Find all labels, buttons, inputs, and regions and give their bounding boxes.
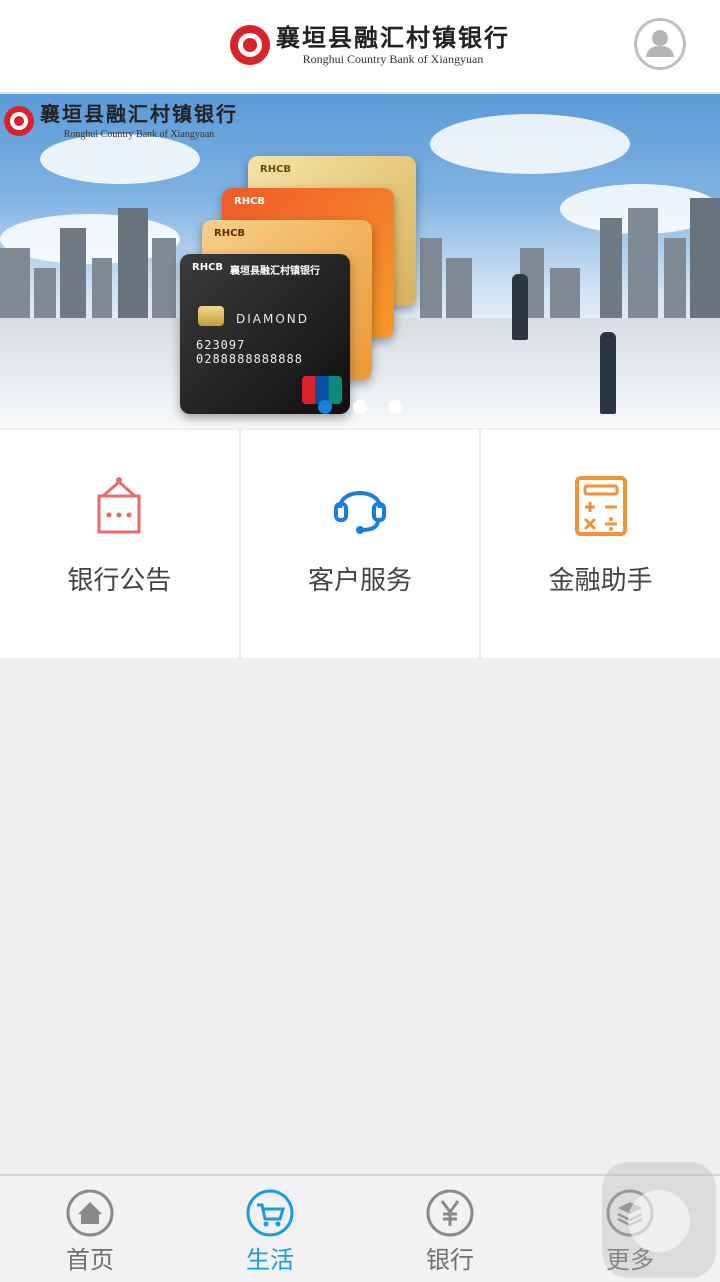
cart-icon [246, 1189, 294, 1237]
feature-label: 银行公告 [67, 566, 172, 596]
card-number: 623097 0288888888888 [196, 338, 303, 366]
tab-label: 银行 [426, 1246, 474, 1274]
feature-label: 客户服务 [308, 566, 413, 596]
card-brand: RHCB [192, 262, 224, 273]
tab-life[interactable]: 生活 [180, 1176, 360, 1282]
tab-home[interactable]: 首页 [0, 1176, 180, 1282]
promo-banner[interactable]: 襄垣县融汇村镇银行 Ronghui Country Bank of Xiangy… [0, 94, 720, 428]
bank-name-cn: 襄垣县融汇村镇银行 [276, 23, 510, 52]
businessman-figure [512, 274, 528, 340]
bank-card-diamond: RHCB 襄垣县融汇村镇银行 DIAMOND 623097 0288888888… [180, 254, 350, 414]
user-avatar-icon [646, 30, 674, 57]
feature-label: 金融助手 [548, 566, 653, 596]
announcement-icon [97, 477, 141, 534]
bank-name-en: Ronghui Country Bank of Xiangyuan [302, 52, 484, 66]
calculator-icon [574, 476, 627, 536]
headset-icon [334, 491, 386, 534]
card-tier: DIAMOND [236, 312, 310, 326]
carousel-dot[interactable] [388, 399, 403, 414]
customer-service-button[interactable]: 客户服务 [240, 430, 480, 658]
banner-logo: 襄垣县融汇村镇银行 Ronghui Country Bank of Xiangy… [4, 100, 238, 142]
app-header: 襄垣县融汇村镇银行 Ronghui Country Bank of Xiangy… [0, 0, 720, 94]
card-chip-icon [198, 306, 224, 326]
user-avatar-button[interactable] [634, 18, 686, 70]
bank-announcement-button[interactable]: 银行公告 [0, 430, 239, 658]
tab-label: 首页 [66, 1246, 114, 1274]
banner-bank-name-en: Ronghui Country Bank of Xiangyuan [63, 129, 215, 140]
carousel-dot[interactable] [353, 399, 367, 414]
tab-label: 生活 [246, 1246, 294, 1274]
carousel-indicators [0, 396, 720, 414]
card-bank-name: 襄垣县融汇村镇银行 [230, 266, 320, 277]
bank-logo: 襄垣县融汇村镇银行 Ronghui Country Bank of Xiangy… [230, 20, 510, 70]
tab-bank[interactable]: 银行 [360, 1176, 540, 1282]
floating-assistive-button[interactable] [602, 1162, 716, 1278]
yuan-icon [426, 1189, 474, 1237]
financial-assistant-button[interactable]: 金融助手 [481, 430, 720, 658]
home-icon [66, 1189, 114, 1237]
carousel-dot[interactable] [317, 399, 332, 414]
bank-logo-icon [230, 25, 270, 65]
feature-grid: 银行公告 客户服务 金融助手 [0, 430, 720, 658]
banner-bank-name-cn: 襄垣县融汇村镇银行 [40, 102, 238, 126]
